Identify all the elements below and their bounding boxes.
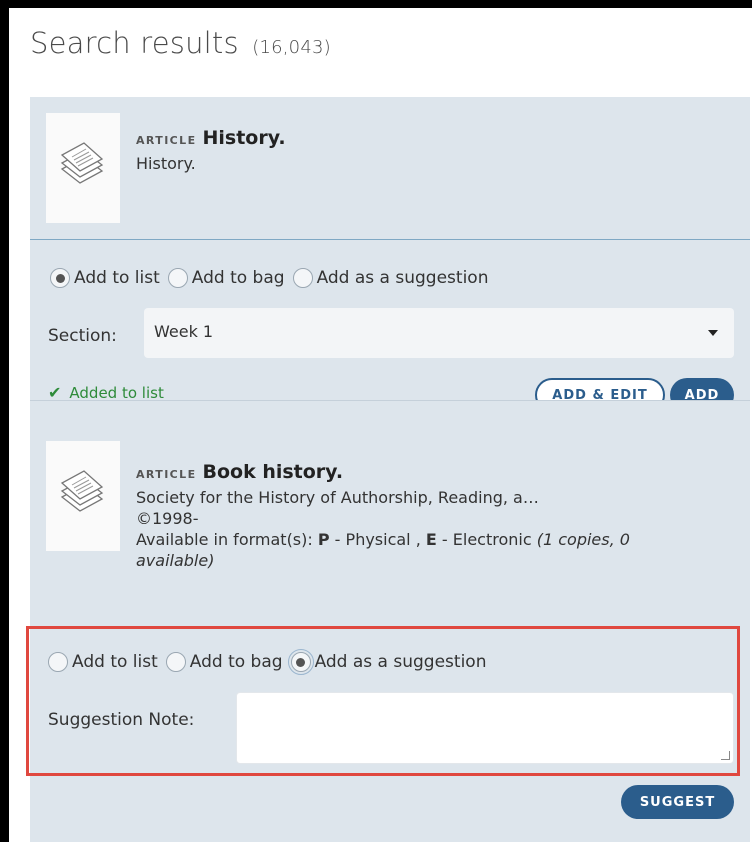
result-thumbnail[interactable] [46,441,120,551]
result-thumbnail[interactable] [46,113,120,223]
result-details: ARTICLE Book history. Society for the His… [136,461,706,571]
add-to-list-radio[interactable] [50,268,70,288]
result-card: ARTICLE Book history. Society for the His… [30,400,750,623]
result-date: ©1998- [136,509,199,528]
result-author: Society for the History of Authorship, R… [136,488,539,507]
add-to-bag-label[interactable]: Add to bag [192,268,285,288]
result-availability: Available in format(s): P - Physical , E… [136,529,706,571]
add-as-suggestion-radio[interactable] [292,268,313,288]
section-select[interactable]: Week 1 [144,308,734,358]
section-label: Section: [48,326,117,346]
result-title[interactable]: Book history. [202,461,343,483]
action-options: Add to list Add to bag Add as a suggesti… [50,268,488,288]
section-select-value: Week 1 [154,322,214,341]
result-type: ARTICLE [136,468,197,481]
highlight-box [26,626,740,776]
result-card: ARTICLE History. History. [30,97,750,239]
add-as-suggestion-label[interactable]: Add as a suggestion [317,268,489,288]
result-description: History. [136,154,196,173]
result-details: ARTICLE History. History. [136,127,286,174]
availability-prefix: Available in format(s): [136,530,318,549]
add-to-list-label[interactable]: Add to list [74,268,160,288]
window-frame-left [0,0,9,842]
result-title[interactable]: History. [202,127,285,149]
status-text: Added to list [69,383,164,402]
document-stack-icon [60,142,104,184]
page-title: Search results [30,26,239,60]
window-frame-top [0,0,752,8]
format-code-electronic: E [425,530,437,549]
add-to-bag-radio[interactable] [167,268,188,288]
result-type: ARTICLE [136,134,197,147]
format-electronic-text: - Electronic [436,530,537,549]
format-physical-text: - Physical , [329,530,426,549]
document-stack-icon [60,470,104,512]
search-results-heading: Search results (16,043) [30,26,331,60]
results-count: (16,043) [252,37,331,58]
dropdown-caret-icon [708,330,718,336]
format-code-physical: P [317,530,330,549]
suggest-button[interactable]: SUGGEST [621,785,734,819]
